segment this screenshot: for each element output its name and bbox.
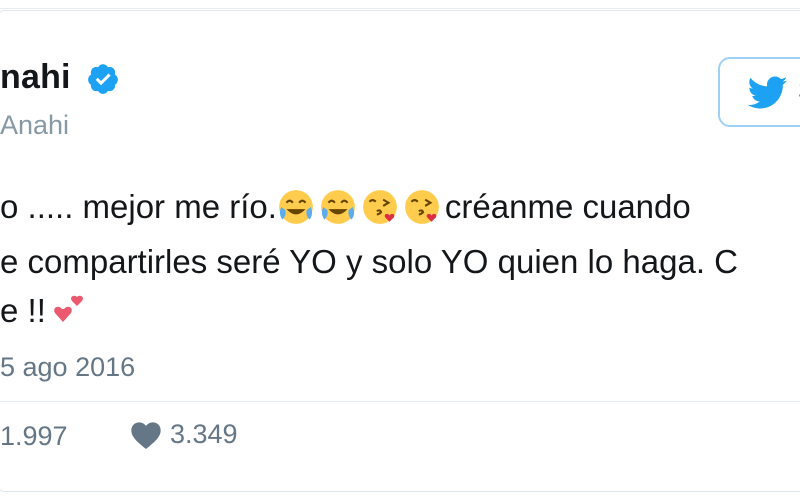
- retweet-count[interactable]: 1.997: [0, 421, 68, 452]
- stats-divider: [0, 401, 800, 402]
- heart-icon: [131, 421, 161, 449]
- two-hearts-icon: [54, 295, 83, 322]
- tweet-text-line-1: o ..... mejor me río. créanme cuando: [0, 188, 691, 226]
- face-blowing-kiss-icon: [405, 190, 439, 224]
- follow-button[interactable]: S: [718, 57, 800, 127]
- tweet-text-segment: e !!: [0, 292, 46, 329]
- tweet-text-segment: créanme cuando: [444, 188, 691, 225]
- tweet-text-segment: o ..... mejor me río.: [0, 188, 277, 225]
- face-with-tears-of-joy-icon: [279, 190, 313, 224]
- like-count: 3.349: [170, 419, 238, 449]
- author-handle[interactable]: Anahi: [0, 110, 69, 141]
- top-divider: [0, 8, 800, 9]
- face-with-tears-of-joy-icon: [321, 190, 355, 224]
- tweet-text-segment: e compartirles seré YO y solo YO quien l…: [0, 243, 738, 280]
- verified-badge-icon: [88, 64, 118, 94]
- face-blowing-kiss-icon: [363, 190, 397, 224]
- tweet-text-line-3: e !!: [0, 292, 88, 330]
- like-action[interactable]: 3.349: [130, 419, 238, 450]
- twitter-bird-icon: [748, 76, 788, 109]
- tweet-date[interactable]: 5 ago 2016: [0, 352, 135, 383]
- tweet-text-line-2: e compartirles seré YO y solo YO quien l…: [0, 243, 738, 281]
- author-name[interactable]: nahi: [0, 58, 71, 97]
